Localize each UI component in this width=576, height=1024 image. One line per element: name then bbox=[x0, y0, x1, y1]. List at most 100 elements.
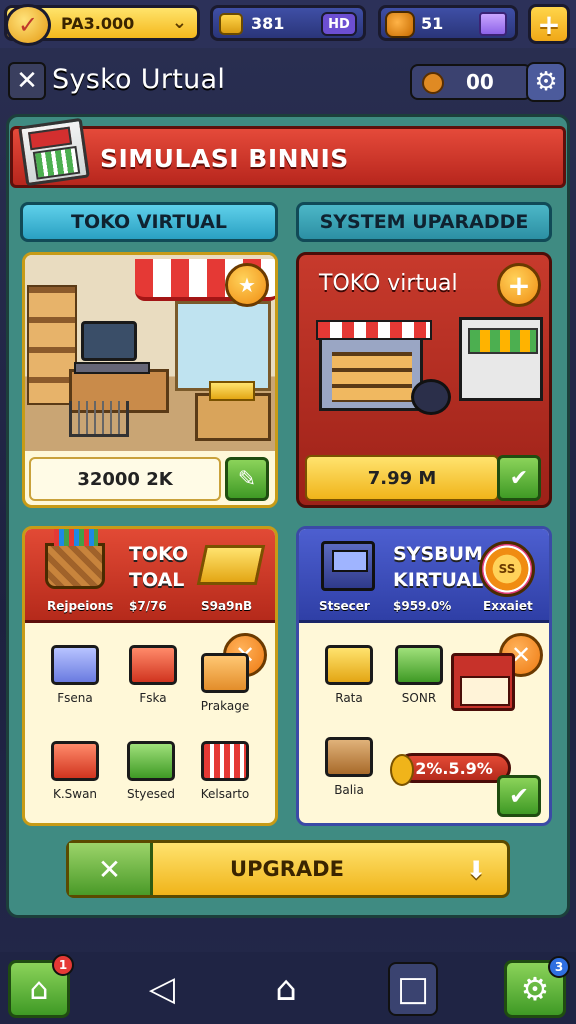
coin-value: 381 bbox=[251, 13, 285, 33]
tab-system-upgrade[interactable]: SYSTEM UPARADDE bbox=[296, 202, 552, 242]
mixer-icon bbox=[51, 645, 99, 685]
gold-bars-icon bbox=[209, 381, 255, 401]
check-icon: ✔ bbox=[508, 782, 530, 810]
settings-gear-button[interactable]: ⚙ bbox=[526, 62, 566, 102]
close-button[interactable]: ✕ bbox=[8, 62, 46, 100]
system-card[interactable]: SYSBUM KIRTUAL SS Stsecer $959.0% Exxaie… bbox=[296, 526, 552, 826]
sys-sub-mid: $959.0% bbox=[393, 599, 452, 613]
toko-card-header: TOKO TOAL Rejpeions $7/76 S9a9nB bbox=[25, 529, 275, 623]
sys-item[interactable]: SONR bbox=[381, 645, 457, 705]
gem-value: 51 bbox=[421, 13, 444, 33]
sys-title-line1: SYSBUM bbox=[393, 543, 483, 565]
star-badge-icon[interactable]: ★ bbox=[225, 263, 269, 307]
gold-bars-icon bbox=[325, 645, 373, 685]
gear-icon: ⚙ bbox=[520, 970, 550, 1008]
toko-item-label: K.Swan bbox=[52, 787, 98, 801]
checkmark-coin-icon: ✓ bbox=[5, 4, 51, 46]
toko-sub-mid: $7/76 bbox=[129, 599, 167, 613]
money-value: PA3.000 bbox=[61, 13, 135, 33]
toko-title-line2: TOAL bbox=[129, 569, 185, 591]
sys-item-label: Balia bbox=[334, 783, 364, 797]
toko-item[interactable]: Styesed bbox=[113, 741, 189, 801]
sys-item[interactable]: Balia bbox=[311, 737, 387, 797]
header-counter[interactable]: 00 bbox=[410, 64, 532, 100]
chevron-down-icon[interactable]: ⌄ bbox=[172, 12, 187, 33]
banner-title: SIMULASI BINNIS bbox=[100, 144, 349, 173]
gem-counter[interactable]: 51 bbox=[378, 5, 518, 41]
store-building-icon bbox=[316, 320, 432, 411]
toko-item-label: Styesed bbox=[126, 787, 176, 801]
toko-item-label: Fsena bbox=[57, 691, 93, 705]
toko-item[interactable]: Fska bbox=[115, 645, 191, 705]
cancel-button[interactable]: ✕ bbox=[69, 843, 153, 895]
sale-sign-icon bbox=[451, 653, 515, 711]
upgrade-card[interactable]: TOKO virtual + 7.99 M ✔ bbox=[296, 252, 552, 508]
cash-register-icon bbox=[18, 117, 90, 187]
percent-badge: 2%.5.9% bbox=[390, 753, 511, 786]
toko-item-label: Kelsarto bbox=[200, 787, 250, 801]
basket-icon bbox=[45, 529, 105, 589]
upgrade-button[interactable]: ✕ UPGRADE ⬇ bbox=[66, 840, 510, 898]
coin-counter[interactable]: 381 HD bbox=[210, 5, 366, 41]
square-icon: □ bbox=[396, 969, 430, 1009]
upgrade-card-title: TOKO virtual bbox=[319, 271, 458, 296]
coin-stack-icon bbox=[219, 13, 243, 35]
red-crate-icon bbox=[51, 741, 99, 781]
tab-toko-virtual[interactable]: TOKO VIRTUAL bbox=[20, 202, 278, 242]
green-crates-icon bbox=[395, 645, 443, 685]
sys-sub-right: Exxaiet bbox=[483, 599, 533, 613]
box-dolly-icon bbox=[325, 737, 373, 777]
system-card-header: SYSBUM KIRTUAL SS Stsecer $959.0% Exxaie… bbox=[299, 529, 549, 623]
percent-value: 2%.5.9% bbox=[415, 758, 493, 778]
purple-box-icon bbox=[479, 12, 507, 36]
toko-card[interactable]: TOKO TOAL Rejpeions $7/76 S9a9nB ✕ Fsena… bbox=[22, 526, 278, 826]
cash-stack-icon bbox=[127, 741, 175, 781]
medal-label: SS bbox=[498, 562, 516, 576]
add-currency-button[interactable]: + bbox=[528, 4, 570, 44]
sys-item[interactable]: Rata bbox=[311, 645, 387, 705]
toko-item[interactable]: Fsena bbox=[37, 645, 113, 705]
arrow-down-icon[interactable]: ⬇ bbox=[459, 853, 493, 887]
header-counter-value: 00 bbox=[466, 70, 494, 94]
home-notification-badge: 1 bbox=[52, 954, 74, 976]
sys-item-label: SONR bbox=[401, 691, 437, 705]
sys-title-line2: KIRTUAL bbox=[393, 569, 484, 591]
edit-button[interactable]: ✎ bbox=[225, 457, 269, 501]
page-title: Sysko Urtual bbox=[52, 64, 226, 95]
toko-sub-left: Rejpeions bbox=[47, 599, 114, 613]
sys-item-label: Rata bbox=[335, 691, 363, 705]
shop-card[interactable]: ★ 32000 2K ✎ bbox=[22, 252, 278, 508]
window-icon bbox=[175, 301, 271, 391]
nav-recent-button[interactable]: □ bbox=[388, 962, 438, 1016]
pencil-icon: ✎ bbox=[237, 466, 257, 492]
money-counter[interactable]: ✓ PA3.000 ⌄ bbox=[4, 4, 200, 46]
shopping-cart-icon bbox=[201, 741, 249, 781]
gear-icon: ⚙ bbox=[534, 67, 558, 97]
sys-sub-left: Stsecer bbox=[319, 599, 370, 613]
cog-coin-icon bbox=[422, 72, 444, 94]
register-box-icon bbox=[129, 645, 177, 685]
mascot-icon bbox=[385, 11, 415, 38]
upgrade-price: 7.99 M bbox=[305, 455, 499, 501]
settings-notification-badge: 3 bbox=[548, 956, 570, 978]
market-stall-icon bbox=[459, 317, 543, 401]
toko-item[interactable]: Kelsarto bbox=[187, 741, 263, 801]
package-icon bbox=[201, 653, 249, 693]
confirm-button[interactable]: ✔ bbox=[497, 455, 541, 501]
shop-scene-illustration: ★ bbox=[25, 255, 275, 451]
house-icon: ⌂ bbox=[29, 971, 49, 1007]
confirm-button[interactable]: ✔ bbox=[497, 775, 541, 817]
nav-back-button[interactable]: ◁ bbox=[140, 964, 184, 1014]
home-outline-icon: ⌂ bbox=[275, 969, 297, 1009]
add-button[interactable]: + bbox=[497, 263, 541, 307]
toko-item[interactable]: K.Swan bbox=[37, 741, 113, 801]
hd-badge: HD bbox=[321, 12, 357, 36]
server-icon bbox=[321, 541, 375, 591]
toko-item[interactable]: Prakage bbox=[187, 653, 263, 713]
back-triangle-icon: ◁ bbox=[148, 969, 176, 1009]
nav-home-button[interactable]: ⌂ bbox=[264, 964, 308, 1014]
toko-title-line1: TOKO bbox=[129, 543, 189, 565]
toko-item-label: Prakage bbox=[200, 699, 250, 713]
upgrade-label: UPGRADE bbox=[230, 857, 344, 881]
worker-icon bbox=[411, 379, 451, 415]
